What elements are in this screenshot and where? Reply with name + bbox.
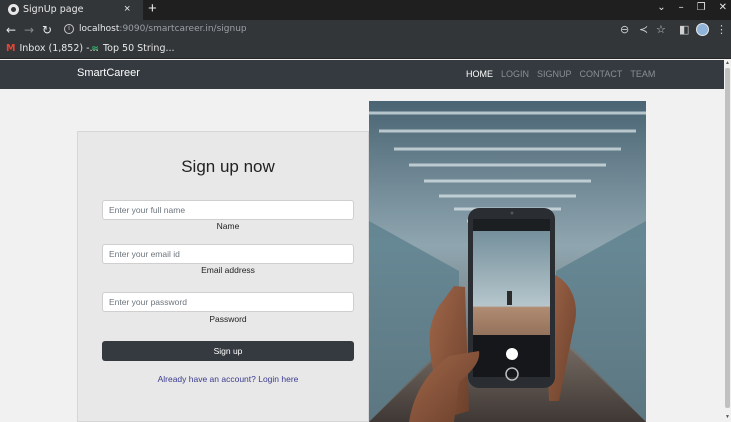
page-scrollbar[interactable]: ▲ ▼: [724, 60, 731, 422]
corridor-phone-illustration: [369, 101, 646, 422]
scroll-down-icon[interactable]: ▼: [724, 414, 731, 420]
email-input[interactable]: Enter your email id: [102, 244, 354, 264]
signup-card: Sign up now Enter your full name Name En…: [77, 131, 369, 422]
password-input[interactable]: Enter your password: [102, 292, 354, 312]
url-text: localhost:9090/smartcareer.in/signup: [79, 24, 247, 34]
tab-search-icon[interactable]: ⌄: [657, 2, 665, 13]
minimize-icon[interactable]: –: [679, 2, 684, 13]
nav-login[interactable]: LOGIN: [501, 69, 529, 79]
password-label: Password: [209, 314, 247, 324]
browser-tab[interactable]: SignUp page ×: [0, 0, 143, 20]
login-link[interactable]: Already have an account? Login here: [102, 374, 354, 384]
forward-icon[interactable]: →: [24, 23, 34, 37]
nav-links: HOME LOGIN SIGNUP CONTACT TEAM: [466, 69, 655, 79]
browser-tab-strip: SignUp page × + ⌄ – ❐ ✕: [0, 0, 731, 20]
share-icon[interactable]: ≺: [639, 23, 648, 37]
new-tab-button[interactable]: +: [148, 1, 157, 17]
scroll-thumb[interactable]: [725, 68, 730, 408]
bookmark-top50[interactable]: ≈ Top 50 String...: [91, 43, 175, 54]
name-label: Name: [216, 221, 240, 231]
brand-logo[interactable]: SmartCareer: [77, 67, 140, 79]
site-info-icon[interactable]: i: [64, 24, 74, 34]
code-icon: ≈: [91, 43, 99, 54]
restore-icon[interactable]: ❐: [697, 2, 706, 13]
nav-team[interactable]: TEAM: [630, 69, 655, 79]
address-bar[interactable]: i localhost:9090/smartcareer.in/signup: [59, 22, 671, 38]
close-window-icon[interactable]: ✕: [719, 2, 727, 13]
nav-contact[interactable]: CONTACT: [580, 69, 623, 79]
signup-button[interactable]: Sign up: [102, 341, 354, 361]
side-panel-icon[interactable]: ◧: [679, 23, 689, 37]
profile-avatar[interactable]: [696, 23, 709, 36]
site-navbar: SmartCareer HOME LOGIN SIGNUP CONTACT TE…: [0, 60, 724, 89]
form-title: Sign up now: [181, 157, 275, 176]
hero-image: [369, 101, 646, 422]
bookmark-star-icon[interactable]: ☆: [656, 23, 666, 37]
gmail-icon: M: [6, 43, 16, 54]
bookmark-gmail[interactable]: M Inbox (1,852) -...: [6, 43, 99, 54]
chrome-favicon-icon: [8, 4, 19, 15]
window-controls: ⌄ – ❐ ✕: [657, 2, 727, 13]
close-tab-icon[interactable]: ×: [124, 3, 130, 15]
nav-home[interactable]: HOME: [466, 69, 493, 79]
tab-title: SignUp page: [23, 4, 84, 15]
zoom-icon[interactable]: ⊖: [620, 23, 629, 37]
name-input[interactable]: Enter your full name: [102, 200, 354, 220]
reload-icon[interactable]: ↻: [42, 23, 52, 37]
nav-signup[interactable]: SIGNUP: [537, 69, 572, 79]
back-icon[interactable]: ←: [6, 23, 16, 37]
scroll-up-icon[interactable]: ▲: [724, 60, 731, 66]
menu-icon[interactable]: ⋮: [716, 23, 727, 37]
bookmarks-bar: M Inbox (1,852) -... ≈ Top 50 String...: [0, 40, 731, 59]
email-label: Email address: [201, 265, 255, 275]
